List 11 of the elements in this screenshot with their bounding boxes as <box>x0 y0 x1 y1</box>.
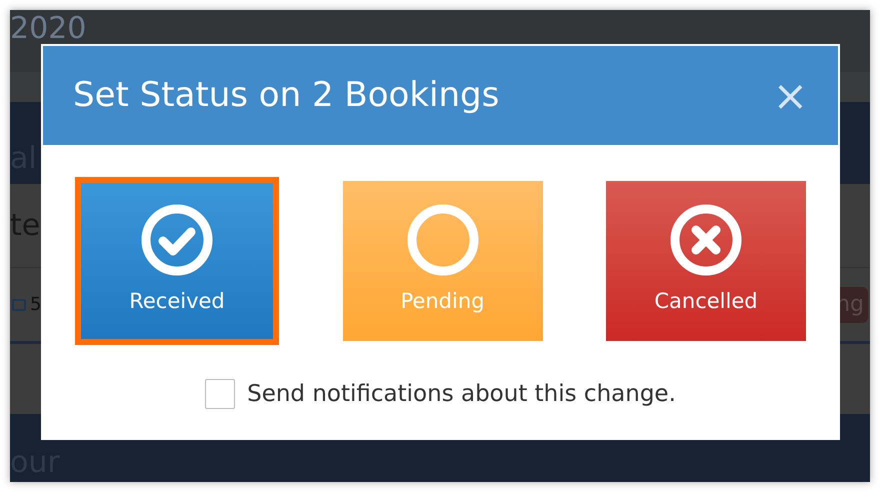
checkbox-label: Send notifications about this change. <box>247 380 676 409</box>
close-button[interactable]: × <box>772 74 808 116</box>
dialog-title: Set Status on 2 Bookings <box>73 74 500 117</box>
checkmark-circle-icon <box>141 204 213 276</box>
page-heading: 2020 <box>10 14 86 44</box>
circle-icon <box>406 204 478 276</box>
image-icon <box>12 298 26 310</box>
status-button[interactable]: Received <box>75 177 279 345</box>
x-circle-icon <box>670 204 742 276</box>
checkbox[interactable] <box>205 379 236 410</box>
status-button[interactable]: Cancelled <box>606 181 806 341</box>
